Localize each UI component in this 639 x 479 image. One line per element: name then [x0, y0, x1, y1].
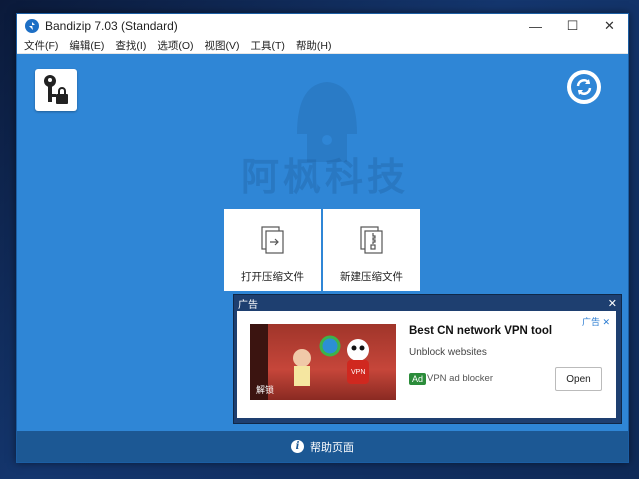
ad-subtitle: Unblock websites [409, 347, 487, 358]
ad-body[interactable]: VPN 解锁 广告 ✕ Best CN network VPN tool Unb… [237, 311, 616, 418]
menu-tools[interactable]: 工具(T) [251, 38, 285, 53]
new-archive-label: 新建压缩文件 [340, 271, 403, 283]
ad-advertiser: VPN ad blocker [427, 373, 494, 384]
menu-view[interactable]: 视图(V) [205, 38, 240, 53]
menu-file[interactable]: 文件(F) [24, 38, 58, 53]
menu-edit[interactable]: 编辑(E) [69, 38, 104, 53]
ad-header-label: 广告 [238, 299, 258, 311]
new-archive-icon [359, 226, 383, 254]
ad-popup: 广告 ✕ VPN 解锁 广告 ✕ Best CN network VPN too… [233, 294, 622, 424]
ad-choices-link[interactable]: 广告 ✕ [582, 315, 610, 328]
maximize-button[interactable]: ☐ [554, 14, 591, 38]
new-archive-button[interactable]: 新建压缩文件 [323, 209, 420, 291]
window-title: Bandizip 7.03 (Standard) [45, 19, 178, 33]
ad-badge: Ad [409, 373, 427, 385]
menu-options[interactable]: 选项(O) [157, 38, 193, 53]
help-page-label: 帮助页面 [310, 441, 354, 454]
menu-find[interactable]: 查找(I) [115, 38, 146, 53]
refresh-icon [571, 74, 597, 100]
menu-help[interactable]: 帮助(H) [296, 38, 332, 53]
close-button[interactable]: ✕ [591, 14, 628, 38]
minimize-button[interactable]: — [517, 14, 554, 38]
bandizip-logo-icon [25, 19, 39, 33]
open-archive-button[interactable]: 打开压缩文件 [224, 209, 321, 291]
open-archive-label: 打开压缩文件 [241, 271, 304, 283]
ad-image-caption: 解锁 [256, 385, 275, 395]
ad-close-icon[interactable]: ✕ [608, 297, 617, 310]
info-icon: i [291, 440, 304, 453]
help-page-bar[interactable]: i 帮助页面 [17, 431, 628, 462]
ad-header: 广告 ✕ [234, 295, 621, 311]
menu-bar: 文件(F) 编辑(E) 查找(I) 选项(O) 视图(V) 工具(T) 帮助(H… [17, 38, 628, 54]
watermark-text: 阿枫科技 [241, 155, 410, 199]
ad-image[interactable]: VPN 解锁 [250, 324, 396, 400]
password-manager-button[interactable] [35, 69, 77, 111]
ad-title[interactable]: Best CN network VPN tool [409, 325, 552, 337]
ad-image-badge: VPN [351, 369, 365, 376]
open-archive-icon [260, 226, 284, 254]
key-lock-icon [44, 75, 68, 104]
ad-open-button[interactable]: Open [555, 367, 602, 391]
refresh-button[interactable] [567, 70, 601, 104]
title-bar: Bandizip 7.03 (Standard) — ☐ ✕ [17, 14, 628, 38]
